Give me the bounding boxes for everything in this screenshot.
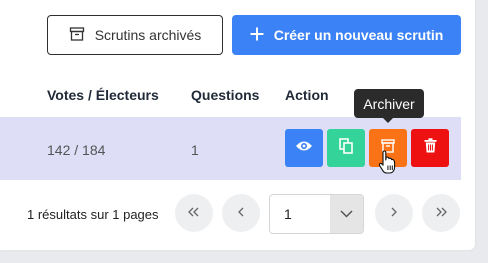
tooltip-arrow bbox=[382, 117, 394, 123]
archive-box-icon bbox=[69, 26, 85, 45]
archived-polls-label: Scrutins archivés bbox=[94, 27, 202, 43]
trash-icon bbox=[424, 138, 437, 158]
chevron-down-icon bbox=[330, 195, 363, 233]
column-header-action: Action bbox=[285, 87, 329, 103]
create-poll-button[interactable]: Créer un nouveau scrutin bbox=[232, 15, 461, 55]
page-select[interactable]: 1 bbox=[269, 194, 364, 234]
first-page-button[interactable] bbox=[175, 194, 213, 232]
column-header-votes: Votes / Électeurs bbox=[47, 87, 159, 103]
eye-icon bbox=[295, 139, 313, 157]
duplicate-button[interactable] bbox=[327, 129, 365, 167]
plus-icon bbox=[250, 27, 264, 44]
next-page-button[interactable] bbox=[375, 194, 413, 232]
archive-tooltip: Archiver bbox=[354, 89, 424, 118]
previous-page-button[interactable] bbox=[222, 194, 260, 232]
chevron-left-icon bbox=[237, 204, 245, 222]
questions-cell: 1 bbox=[191, 142, 199, 158]
votes-cell: 142 / 184 bbox=[47, 142, 106, 158]
hand-pointer-icon bbox=[378, 150, 396, 179]
view-button[interactable] bbox=[285, 129, 323, 167]
archived-polls-button[interactable]: Scrutins archivés bbox=[47, 15, 223, 55]
double-chevron-left-icon bbox=[188, 204, 200, 222]
column-header-questions: Questions bbox=[191, 87, 260, 103]
double-chevron-right-icon bbox=[435, 204, 447, 222]
chevron-right-icon bbox=[390, 204, 398, 222]
delete-button[interactable] bbox=[411, 129, 449, 167]
create-poll-label: Créer un nouveau scrutin bbox=[273, 27, 444, 43]
last-page-button[interactable] bbox=[422, 194, 460, 232]
page-select-value: 1 bbox=[284, 206, 292, 222]
pagination-summary: 1 résultats sur 1 pages bbox=[27, 207, 159, 222]
copy-icon bbox=[339, 137, 353, 159]
